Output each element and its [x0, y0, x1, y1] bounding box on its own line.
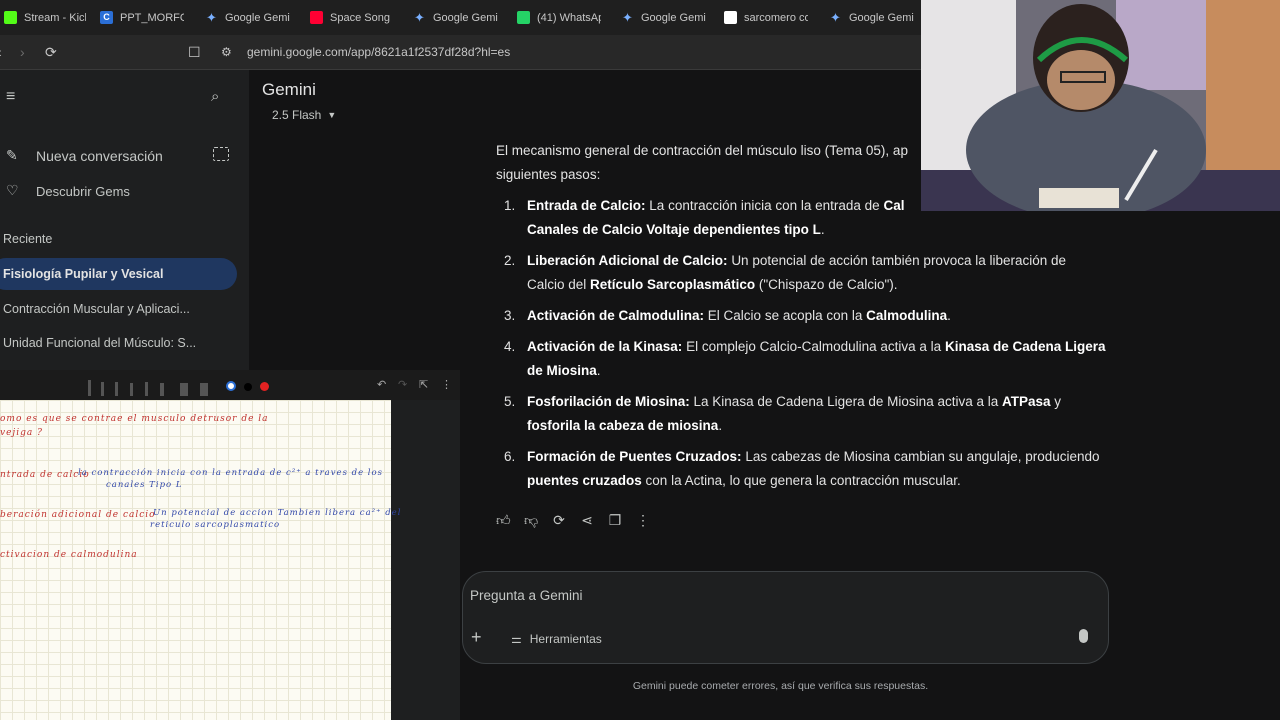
notes-app: ↶ ↷ ⇱ ⋮ omo es que se contrae el musculo… [0, 370, 460, 720]
temporary-chat-icon[interactable] [213, 147, 229, 161]
tab[interactable]: ✦ Google Gemi [205, 0, 290, 35]
bookmark-icon[interactable]: ☐ [188, 44, 201, 60]
gemini-icon: ✦ [414, 10, 425, 25]
sidebar-item-recent[interactable]: Contracción Muscular y Aplicaci... [3, 302, 233, 316]
webcam-feed-image [921, 0, 1280, 211]
reload-icon[interactable]: ⟳ [45, 44, 57, 60]
thumbs-down-icon[interactable]: 👎︎ [524, 512, 538, 529]
note-line: ctivacion de calmodulina [0, 550, 138, 560]
note-line: ntrada de calcio [0, 470, 90, 480]
handwritten-notes-page: omo es que se contrae el musculo detruso… [0, 400, 400, 720]
tab[interactable]: ✦ Google Gemi [829, 0, 917, 35]
pen-tools-icon[interactable] [85, 370, 215, 400]
steps-list: 1. Entrada de Calcio: La contracción ini… [496, 194, 1106, 493]
gemini-icon: ✦ [830, 10, 841, 25]
tab[interactable]: CPPT_MORFOFI [100, 0, 184, 35]
sidebar: ≡ ⌕ ✎ Nueva conversación ♡ Descubrir Gem… [0, 70, 249, 370]
back-icon[interactable]: ‹ [0, 44, 2, 60]
forward-icon[interactable]: › [20, 44, 25, 60]
search-icon[interactable]: ⌕ [211, 88, 219, 105]
whatsapp-icon [517, 11, 530, 24]
note-line: la contracción inicia con la entrada de … [78, 468, 383, 478]
webcam-overlay [921, 0, 1280, 211]
share-icon[interactable]: ⋖ [580, 512, 594, 529]
add-icon[interactable]: + [471, 627, 482, 648]
tools-icon: ⚌ [511, 632, 522, 646]
edit-icon: ✎ [6, 147, 18, 163]
tab[interactable]: Space Song - [310, 0, 392, 35]
copy-icon[interactable]: ❐ [608, 512, 622, 529]
response-actions: 👍︎ 👎︎ ⟳ ⋖ ❐ ⋮ [496, 512, 650, 529]
c-icon: C [100, 11, 113, 24]
intro-line: El mecanismo general de contracción del … [496, 143, 908, 158]
note-line: reticulo sarcoplasmatico [150, 520, 281, 530]
notes-toolbar: ↶ ↷ ⇱ ⋮ [0, 370, 460, 400]
tab[interactable]: (41) WhatsAp [517, 0, 601, 35]
tools-button[interactable]: ⚌ Herramientas [511, 632, 602, 646]
tab[interactable]: Stream - Kick [4, 0, 86, 35]
note-line: beración adicional de calcio [0, 510, 156, 520]
new-chat-button[interactable]: Nueva conversación [36, 148, 163, 164]
tab[interactable]: sarcomero co [724, 0, 808, 35]
share-icon[interactable]: ⇱ [419, 378, 428, 391]
thumbs-up-icon[interactable]: 👍︎ [496, 512, 511, 529]
note-line: vejiga ? [0, 428, 43, 438]
gemini-icon: ✦ [622, 10, 633, 25]
recent-heading: Reciente [3, 232, 53, 246]
gemini-icon: ✦ [206, 10, 217, 25]
redo-icon[interactable]: ↷ [398, 378, 407, 391]
tab[interactable]: ✦ Google Gemi [621, 0, 706, 35]
note-line: Un potencial de accion Tambien libera ca… [153, 508, 402, 518]
url-field[interactable]: gemini.google.com/app/8621a1f2537df28d?h… [247, 45, 510, 59]
model-selector[interactable]: 2.5 Flash ▼ [262, 104, 346, 126]
color-red-swatch[interactable] [260, 382, 269, 391]
prompt-composer[interactable]: Pregunta a Gemini + ⚌ Herramientas [462, 571, 1109, 664]
kick-icon [4, 11, 17, 24]
prompt-input[interactable]: Pregunta a Gemini [470, 588, 583, 603]
list-item: 3. Activación de Calmodulina: El Calcio … [504, 308, 951, 323]
google-icon [724, 11, 737, 24]
undo-icon[interactable]: ↶ [377, 378, 386, 391]
app-title: Gemini [262, 80, 316, 99]
note-line: canales Tipo L [106, 480, 183, 490]
site-settings-icon[interactable]: ⚙ [221, 44, 232, 60]
list-item: 5. Fosforilación de Miosina: La Kinasa d… [504, 394, 1062, 433]
microphone-icon[interactable] [1079, 629, 1088, 643]
discover-gems-button[interactable]: Descubrir Gems [36, 184, 130, 199]
list-item: 6. Formación de Puentes Cruzados: Las ca… [504, 449, 1100, 488]
list-item: 4. Activación de la Kinasa: El complejo … [504, 339, 1106, 378]
note-line: omo es que se contrae el musculo detruso… [0, 414, 269, 424]
color-white-swatch[interactable] [226, 381, 236, 391]
tab[interactable]: ✦ Google Gemi [413, 0, 498, 35]
regenerate-icon[interactable]: ⟳ [552, 512, 566, 529]
sidebar-item-recent[interactable]: Unidad Funcional del Músculo: S... [3, 336, 233, 350]
menu-icon[interactable]: ≡ [6, 88, 15, 106]
youtube-icon [310, 11, 323, 24]
sidebar-item-recent[interactable]: Fisiología Pupilar y Vesical [3, 267, 233, 281]
gem-icon: ♡ [6, 182, 19, 198]
chevron-down-icon: ▼ [327, 110, 337, 120]
more-icon[interactable]: ⋮ [441, 378, 452, 391]
disclaimer: Gemini puede cometer errores, así que ve… [632, 680, 929, 692]
color-black-swatch[interactable] [244, 383, 252, 391]
more-options-icon[interactable]: ⋮ [636, 512, 650, 529]
list-item: 2. Liberación Adicional de Calcio: Un po… [504, 253, 1067, 292]
